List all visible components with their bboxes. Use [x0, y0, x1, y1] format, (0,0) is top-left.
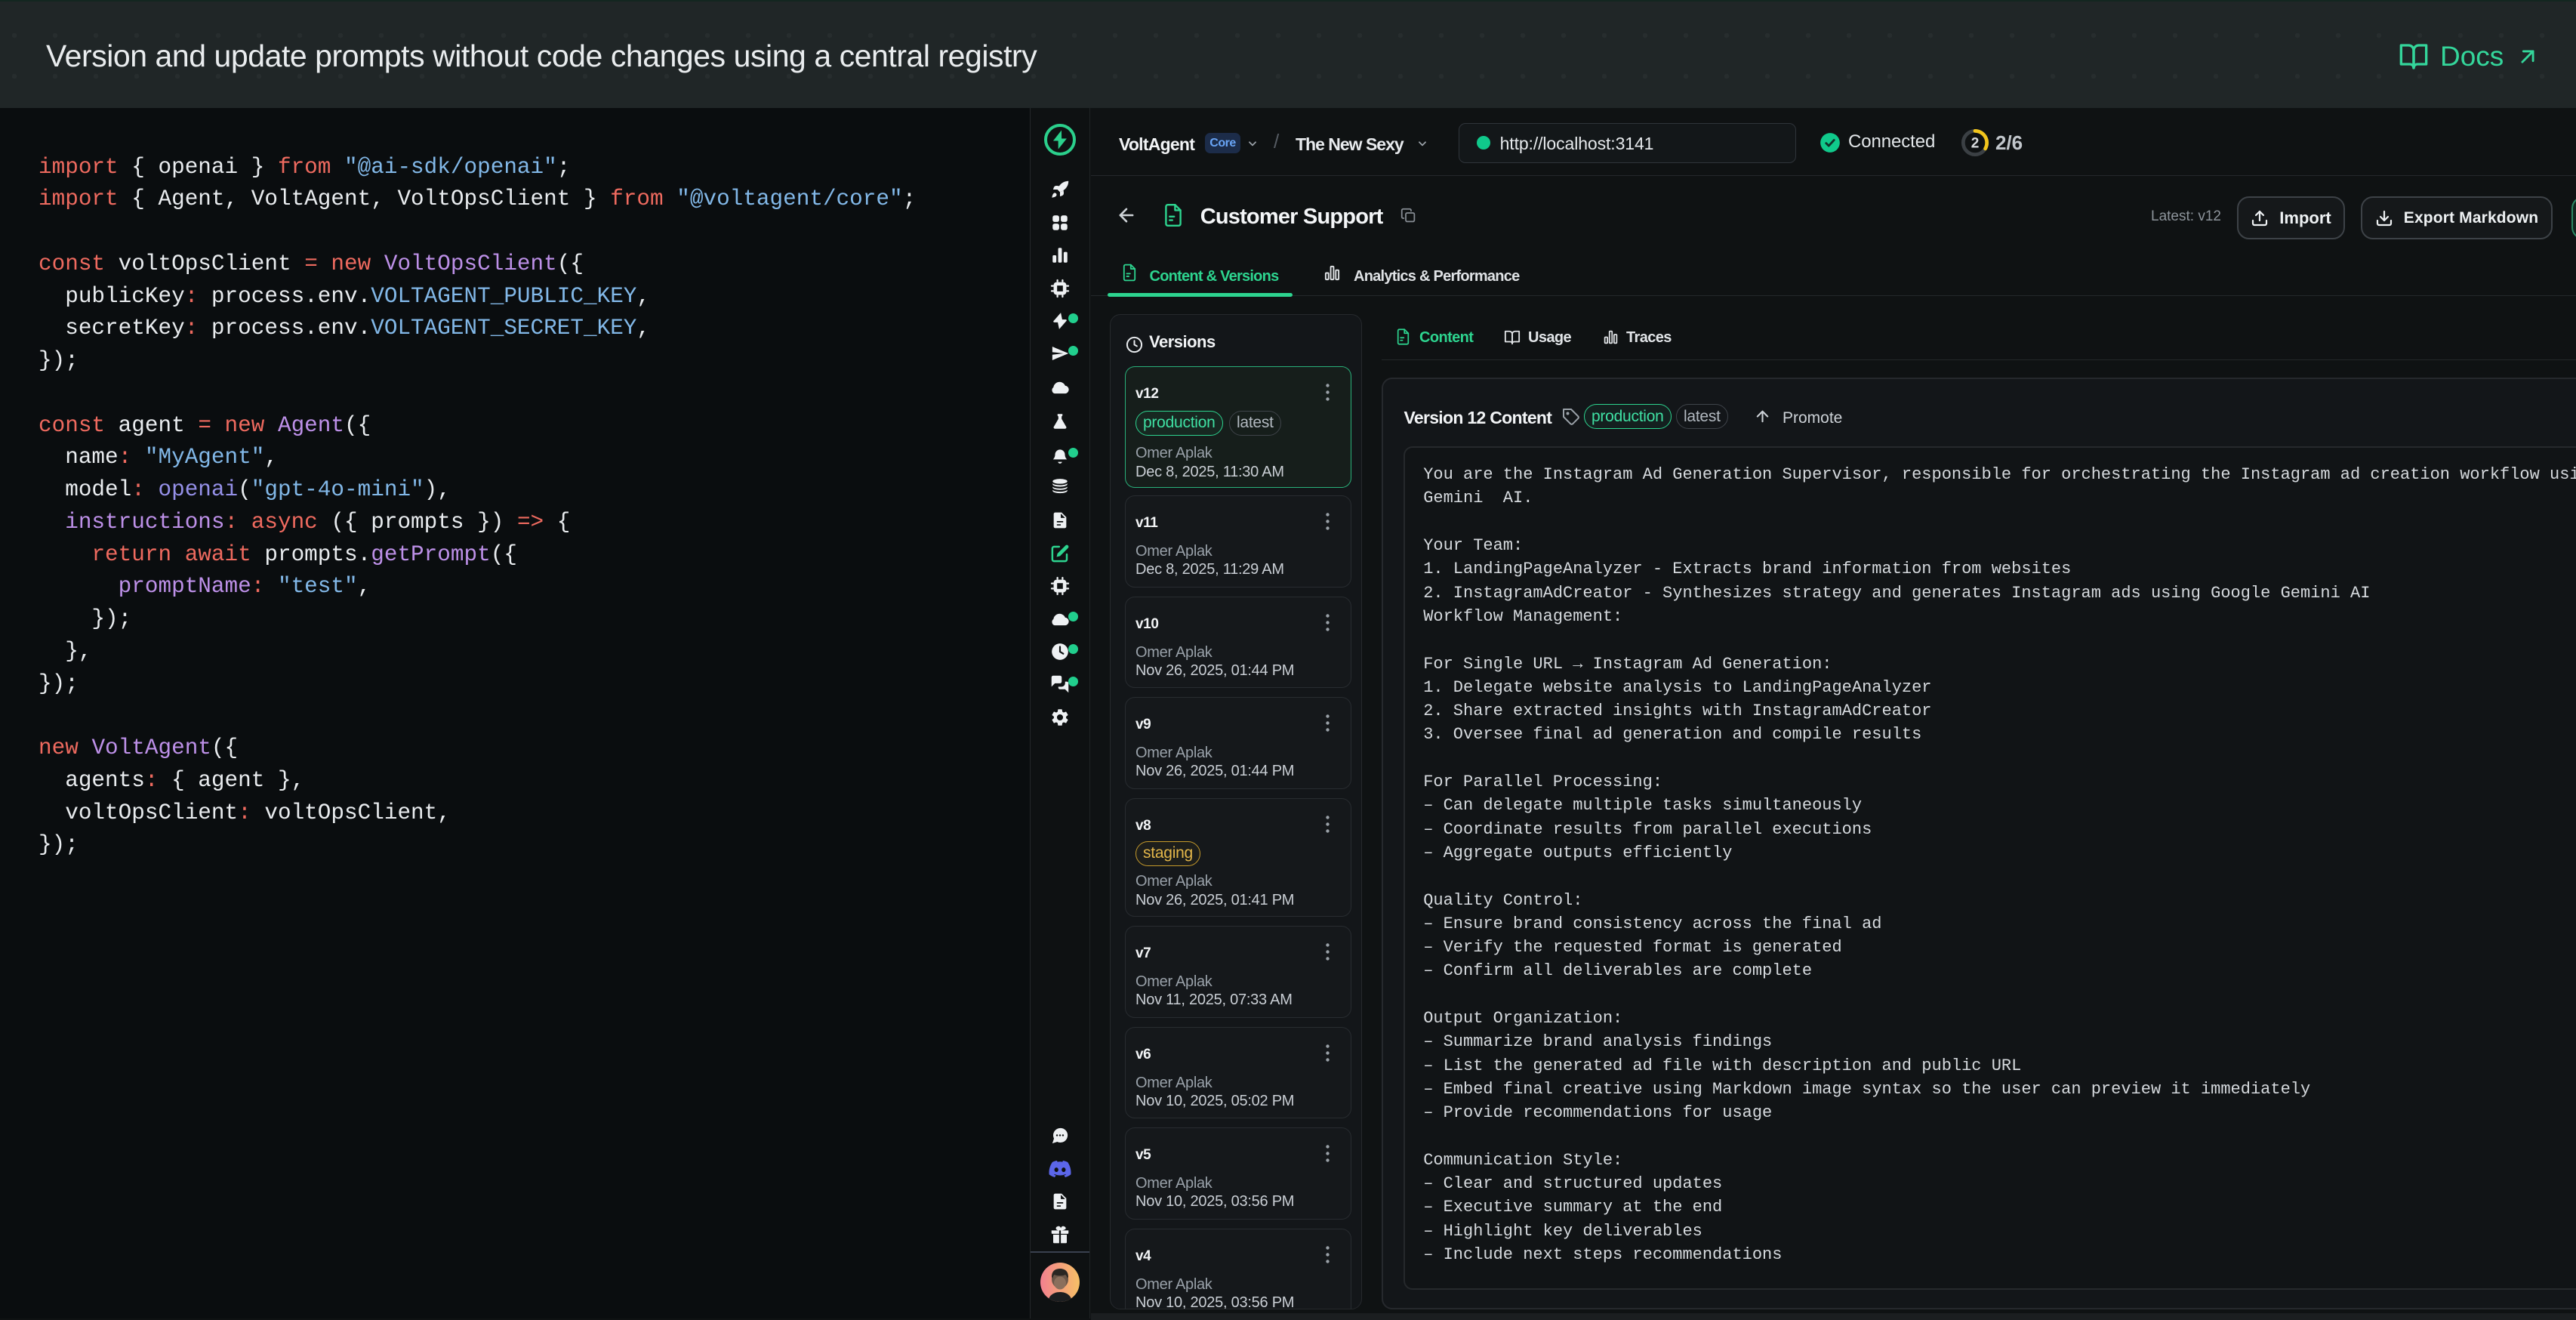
svg-text:2: 2 [1971, 136, 1980, 152]
